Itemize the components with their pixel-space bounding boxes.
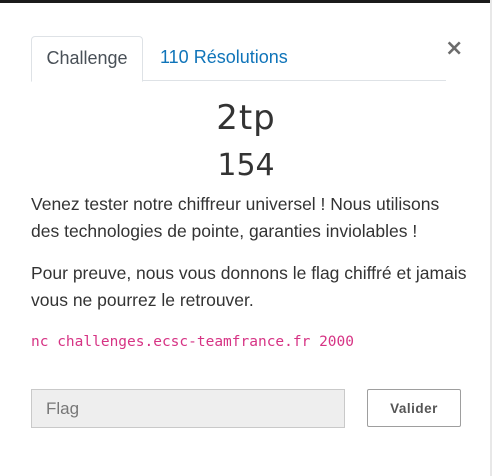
flag-input[interactable] bbox=[31, 389, 345, 428]
tab-challenge[interactable]: Challenge bbox=[31, 36, 143, 82]
challenge-description-proof: Pour preuve, nous vous donnons le flag c… bbox=[31, 263, 467, 310]
close-icon[interactable]: × bbox=[445, 38, 463, 60]
connection-command: nc challenges.ecsc-teamfrance.fr 2000 bbox=[31, 334, 355, 350]
challenge-points: 154 bbox=[217, 148, 275, 183]
challenge-title: 2tp bbox=[216, 98, 276, 138]
tab-resolutions[interactable]: 110 Résolutions bbox=[160, 36, 288, 79]
submit-button[interactable]: Valider bbox=[367, 389, 461, 427]
tab-bar: Challenge 110 Résolutions bbox=[31, 36, 446, 82]
challenge-modal: Challenge 110 Résolutions × 2tp 154 Vene… bbox=[0, 0, 492, 476]
challenge-description: Venez tester notre chiffreur universel !… bbox=[31, 194, 440, 241]
